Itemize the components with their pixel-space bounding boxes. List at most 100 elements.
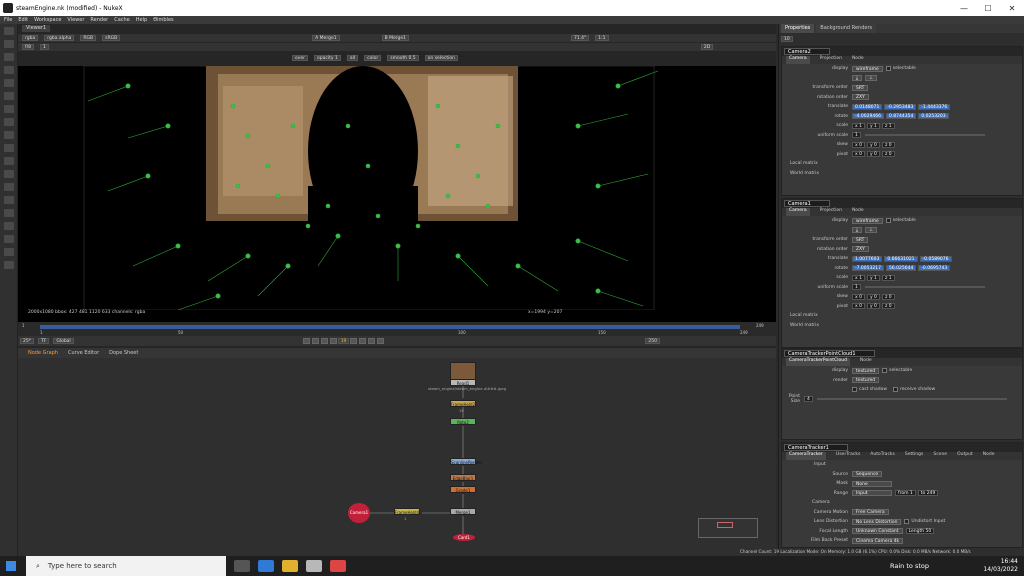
camera2-scale-y[interactable]: y 1: [866, 122, 880, 129]
undistort-checkbox[interactable]: [904, 519, 910, 525]
camera2-transform-order[interactable]: SRT: [852, 84, 869, 91]
camera1-scale-x[interactable]: x 1: [852, 274, 865, 281]
windows-start-icon[interactable]: [6, 561, 16, 571]
camera1-pivot-x[interactable]: x 0: [852, 303, 865, 310]
camera1-uniform-slider[interactable]: [864, 286, 985, 289]
camera1-snap-icon[interactable]: ⤓: [852, 227, 862, 234]
camera2-uniform-slider[interactable]: [864, 134, 985, 137]
camera1-translate-x[interactable]: 1.0077603: [852, 255, 883, 262]
camera2-name-field[interactable]: Camera2: [784, 48, 830, 55]
range-select[interactable]: Input: [852, 490, 892, 497]
deep-tool-icon[interactable]: [4, 170, 14, 178]
camera2-rotate-x[interactable]: -4.0029466: [852, 113, 884, 120]
camera1-transform-order[interactable]: SRT: [852, 236, 869, 243]
input-a-select[interactable]: A Merge1: [312, 35, 340, 41]
step-forward-button[interactable]: [359, 338, 367, 344]
pointcloud-selectable-checkbox[interactable]: [882, 368, 888, 374]
merge-tool-icon[interactable]: [4, 118, 14, 126]
other-tool-icon[interactable]: [4, 222, 14, 230]
taskbar-search[interactable]: ⌕ Type here to search: [26, 556, 226, 576]
framehold4-node[interactable]: FrameHold4: [394, 508, 420, 515]
color-select[interactable]: color: [364, 55, 382, 61]
help-tool-icon[interactable]: [4, 261, 14, 269]
menu-file[interactable]: File: [4, 17, 12, 23]
point-size-slider[interactable]: [816, 398, 1007, 401]
ct-tab-autotracks[interactable]: AutoTracks: [870, 452, 895, 460]
pointcloud-tab-main[interactable]: CameraTrackerPointCloud: [786, 358, 850, 366]
smooth-field[interactable]: smooth 0.5: [387, 55, 419, 61]
camera1-translate-z[interactable]: -0.0589076: [919, 255, 952, 262]
viewer-canvas[interactable]: [18, 65, 776, 338]
tab-node-graph[interactable]: Node Graph: [28, 350, 58, 356]
merge-mode-select[interactable]: over: [292, 55, 309, 61]
ratio-readout[interactable]: 1:1: [595, 35, 609, 41]
camera1-axis-icon[interactable]: ⊥: [865, 227, 877, 234]
current-frame-field[interactable]: 19: [337, 338, 350, 344]
edgeblur-node[interactable]: EdgeBlur1: [450, 474, 476, 481]
focal-length-field[interactable]: Length 50: [905, 528, 935, 535]
ct-tab-cameratracker[interactable]: CameraTracker: [786, 452, 826, 460]
camera1-scale-y[interactable]: y 1: [866, 274, 880, 281]
camera1-scale-z[interactable]: z 1: [881, 274, 895, 281]
menu-render[interactable]: Render: [90, 17, 108, 23]
layer-select[interactable]: rgba: [22, 35, 39, 41]
card-node[interactable]: Card1: [453, 534, 475, 541]
camera1-tab-projection[interactable]: Projection: [820, 208, 842, 216]
particles-tool-icon[interactable]: [4, 157, 14, 165]
tab-curve-editor[interactable]: Curve Editor: [68, 350, 99, 356]
fstop-select[interactable]: f/8: [22, 44, 34, 50]
camera1-rotate-x[interactable]: -7.0053217: [852, 265, 884, 272]
pointcloud-tab-node[interactable]: Node: [860, 358, 872, 366]
camera2-local-matrix[interactable]: Local matrix: [790, 161, 818, 166]
draw-tool-icon[interactable]: [4, 40, 14, 48]
camera2-axis-icon[interactable]: ⊥: [865, 75, 877, 82]
camera2-translate-y[interactable]: -0.2953483: [884, 103, 917, 110]
camera1-tab-node[interactable]: Node: [852, 208, 864, 216]
camera2-skew-z[interactable]: z 0: [881, 141, 895, 148]
source-select[interactable]: Sequence: [852, 471, 882, 478]
transform-tool-icon[interactable]: [4, 131, 14, 139]
camera2-pivot-z[interactable]: z 0: [881, 151, 895, 158]
scanline-node[interactable]: ScanlineRender: [450, 458, 482, 465]
max-panels-field[interactable]: 10: [781, 36, 793, 42]
end-frame[interactable]: 249: [756, 323, 764, 328]
merge-node[interactable]: Merge1: [450, 508, 476, 515]
display-channels[interactable]: RGB: [80, 35, 97, 41]
image-tool-icon[interactable]: [4, 27, 14, 35]
time-tool-icon[interactable]: [4, 53, 14, 61]
focal-length-select[interactable]: Unknown Constant: [852, 528, 903, 535]
menu-nimbles[interactable]: Θimbles: [153, 17, 173, 23]
step-back-button[interactable]: [320, 338, 328, 344]
node-graph-navigator[interactable]: [698, 518, 758, 538]
camera2-translate-z[interactable]: -1.4443376: [918, 103, 951, 110]
ct-tab-scene[interactable]: Scene: [933, 452, 947, 460]
metadata-tool-icon[interactable]: [4, 196, 14, 204]
channel-select[interactable]: rgba.alpha: [44, 35, 75, 41]
prev-keyframe-button[interactable]: [311, 338, 319, 344]
film-back-select[interactable]: Cinema Camera 4k: [852, 537, 904, 544]
navigator-view-box[interactable]: [717, 522, 733, 528]
nuke-taskbar-icon[interactable]: [306, 560, 322, 572]
camera2-display-select[interactable]: wireframe: [852, 65, 883, 72]
gain-field[interactable]: 1: [39, 44, 49, 50]
menu-viewer[interactable]: Viewer: [67, 17, 84, 23]
menu-workspace[interactable]: Workspace: [34, 17, 61, 23]
viewer-tab[interactable]: Viewer1: [22, 25, 51, 32]
zoom-readout[interactable]: 71.4°: [571, 35, 590, 41]
colorspace-select[interactable]: sRGB: [102, 35, 121, 41]
camera1-pivot-z[interactable]: z 0: [881, 303, 895, 310]
camera1-tab-camera[interactable]: Camera: [786, 208, 810, 216]
camera2-snap-icon[interactable]: ⤓: [852, 75, 862, 82]
roto-node[interactable]: Roto2: [450, 418, 476, 425]
fps-field[interactable]: 25*: [20, 338, 34, 344]
camera2-tab-node[interactable]: Node: [852, 56, 864, 64]
camera2-scale-z[interactable]: z 1: [881, 122, 895, 129]
tab-background-renders[interactable]: Background Renders: [816, 24, 877, 33]
play-back-button[interactable]: [329, 338, 337, 344]
start-frame[interactable]: 1: [22, 323, 25, 328]
camera2-selectable-checkbox[interactable]: [885, 66, 891, 72]
ct-tab-settings[interactable]: Settings: [905, 452, 923, 460]
maximize-button[interactable]: ☐: [976, 0, 1000, 16]
weather-text[interactable]: Rain to stop: [890, 562, 929, 570]
range-to[interactable]: to 249: [917, 490, 939, 497]
